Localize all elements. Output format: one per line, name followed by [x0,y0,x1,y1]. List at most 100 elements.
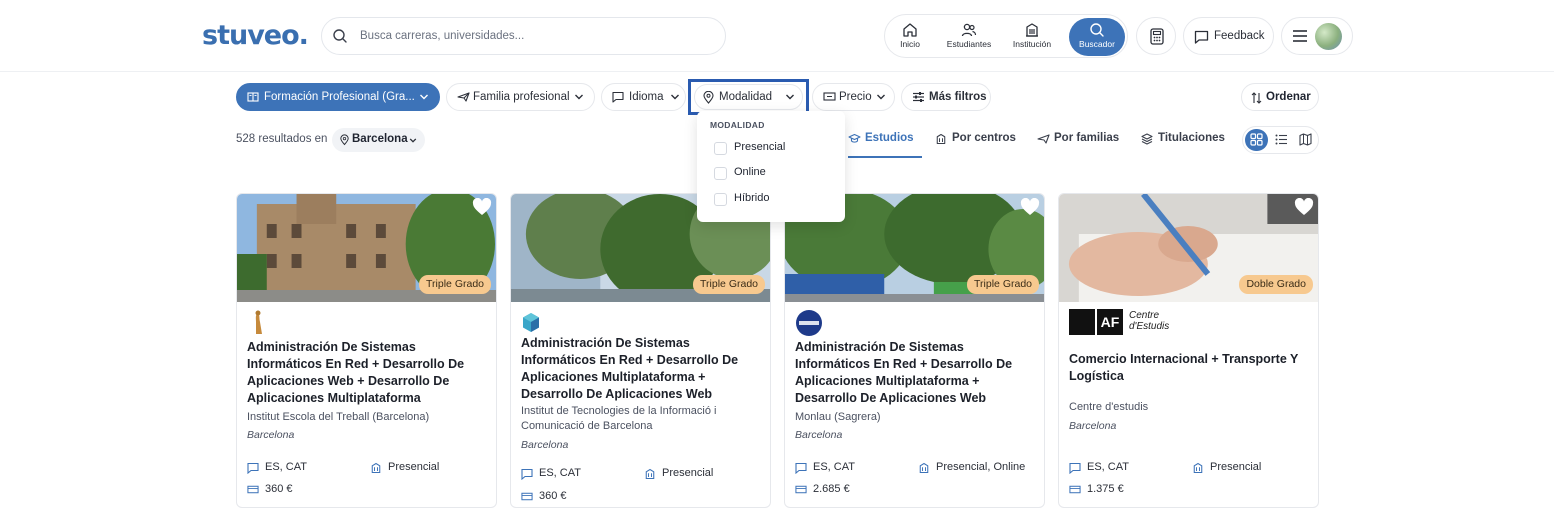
languages-value: ES, CAT [813,461,855,473]
course-title[interactable]: Comercio Internacional + Transporte Y Lo… [1069,351,1309,385]
course-title[interactable]: Administración De Sistemas Informáticos … [795,339,1035,407]
modality-value: Presencial [388,461,440,473]
chevron-down-icon [420,94,428,100]
family-filter[interactable]: Familia profesional [446,83,595,111]
logo-text-line-1: Centre [1129,310,1160,321]
course-city: Barcelona [247,429,295,441]
building-icon [645,468,655,480]
tab-por-familias[interactable]: Por familias [1037,122,1127,158]
nav-estudiantes-label: Estudiantes [946,39,992,49]
languages-value: ES, CAT [265,461,307,473]
language-label: Idioma [629,91,664,103]
modality-filter[interactable]: Modalidad [688,79,809,115]
calculator-button[interactable] [1136,17,1176,55]
nav-institucion[interactable]: Institución [1006,18,1058,56]
search-bar[interactable] [321,17,726,55]
grid-view-button[interactable] [1245,129,1268,151]
chevron-down-icon [786,94,794,100]
airplane-icon [1037,134,1050,144]
users-icon [961,23,977,37]
map-view-button[interactable] [1294,129,1317,151]
tab-titulaciones-label: Titulaciones [1158,132,1225,144]
course-title[interactable]: Administración De Sistemas Informáticos … [247,339,487,407]
course-card[interactable]: Doble Grado AF Centre d'Estudis Comercio… [1058,193,1319,508]
price-value: 1.375 € [1087,483,1124,495]
results-count: 528 resultados en [236,133,328,145]
option-label: Híbrido [734,192,770,204]
logo-text: Centre d'Estudis [1129,310,1169,332]
study-type-filter[interactable]: Formación Profesional (Gra... [236,83,440,111]
tab-por-centros-label: Por centros [952,132,1016,144]
user-menu-button[interactable] [1281,17,1353,55]
chevron-down-icon [877,94,885,100]
sliders-icon [913,92,924,102]
course-card[interactable]: Triple Grado Administración De Sistemas … [236,193,497,508]
checkbox[interactable] [714,193,727,206]
price-filter[interactable]: Precio [812,83,895,111]
results-tabs: Estudios Por centros Por familias Titula… [848,122,1228,158]
option-label: Presencial [734,141,786,153]
grid-icon [1250,133,1263,146]
institution-name: Centre d'estudis [1069,401,1149,413]
nav-estudiantes[interactable]: Estudiantes [939,18,999,56]
search-icon [333,29,347,43]
nav-inicio[interactable]: Inicio [888,18,932,56]
more-filters-label: Más filtros [929,91,987,103]
course-card[interactable]: Triple Grado Administración De Sistemas … [784,193,1045,508]
heart-icon[interactable] [1294,198,1314,216]
chat-icon [795,462,807,474]
degree-badge: Triple Grado [693,275,765,294]
degree-badge: Doble Grado [1239,275,1313,294]
tab-por-centros[interactable]: Por centros [935,122,1025,158]
location-pin-icon [703,91,714,104]
chevron-down-icon [671,94,679,100]
languages-value: ES, CAT [539,467,581,479]
chevron-down-icon [409,138,417,143]
list-view-button[interactable] [1270,129,1293,151]
heart-icon[interactable] [472,198,492,216]
ticket-icon [823,92,836,101]
institution-logo [523,313,539,332]
tab-estudios[interactable]: Estudios [848,122,922,158]
heart-icon[interactable] [1020,198,1040,216]
search-input[interactable] [360,26,710,46]
modality-value: Presencial [1210,461,1262,473]
course-title[interactable]: Administración De Sistemas Informáticos … [521,335,761,403]
languages-value: ES, CAT [1087,461,1129,473]
airplane-icon [457,92,470,102]
price-value: 2.685 € [813,483,850,495]
tab-titulaciones[interactable]: Titulaciones [1141,122,1226,158]
tab-por-familias-label: Por familias [1054,132,1120,144]
study-type-label: Formación Profesional (Gra... [264,91,415,103]
course-card[interactable]: Triple Grado Administración De Sistemas … [510,193,771,508]
nav-buscador-label: Buscador [1079,39,1115,49]
more-filters-button[interactable]: Más filtros [901,83,991,111]
family-label: Familia profesional [473,91,570,103]
modality-value: Presencial [662,467,714,479]
stuveo-logo[interactable]: stuveo. [202,20,309,51]
logo-text-line-2: d'Estudis [1129,321,1170,332]
checkbox[interactable] [714,167,727,180]
nav-buscador[interactable]: Buscador [1069,18,1125,56]
price-value: 360 € [265,483,293,495]
view-toggle [1242,126,1319,154]
language-filter[interactable]: Idioma [601,83,686,111]
feedback-button[interactable]: Feedback [1183,17,1274,55]
institution-logo: AF Centre d'Estudis [1069,309,1179,335]
ticket-icon [521,492,533,501]
chat-icon [1069,462,1081,474]
nav-inicio-label: Inicio [900,39,920,49]
degree-badge: Triple Grado [419,275,491,294]
map-icon [1299,133,1312,146]
sort-button[interactable]: Ordenar [1241,83,1319,111]
ticket-icon [247,485,259,494]
location-selector[interactable]: Barcelona [332,128,425,152]
chat-icon [521,468,533,480]
checkbox[interactable] [714,142,727,155]
modality-dropdown: MODALIDAD Presencial Online Híbrido [697,111,845,222]
ticket-icon [795,485,807,494]
list-icon [1275,134,1287,145]
avatar[interactable] [1315,23,1342,50]
chat-icon [612,91,624,103]
sort-arrows-icon [1251,92,1262,104]
